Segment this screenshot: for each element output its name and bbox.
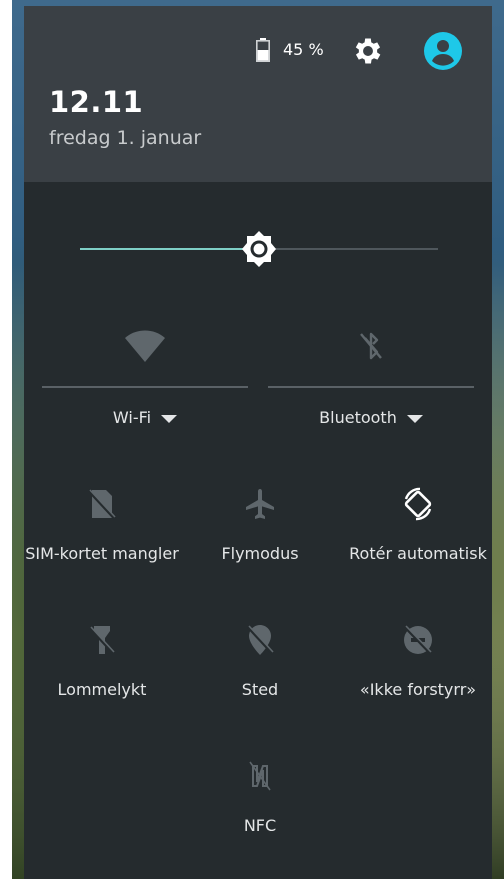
battery-percentage: 45 % [283,40,324,59]
do-not-disturb-off-icon [403,625,433,656]
gear-icon[interactable] [351,34,385,68]
chevron-down-icon [161,414,178,423]
tile-nfc-label: NFC [243,816,277,835]
bluetooth-divider [268,386,474,388]
tile-sim[interactable]: SIM-kortet mangler [24,486,180,576]
slider-fill [80,248,259,250]
sim-missing-icon [87,489,117,521]
bluetooth-off-icon [360,332,382,360]
clock[interactable]: 12.11 [49,85,143,119]
bluetooth-dropdown[interactable]: Bluetooth [268,408,474,427]
wifi-label: Wi-Fi [112,408,152,427]
tile-location[interactable]: Sted [182,622,338,712]
shade-header: 45 % 12.11 fredag 1. januar [24,6,492,182]
wifi-tile[interactable]: Wi-Fi [42,324,248,434]
wifi-dropdown[interactable]: Wi-Fi [42,408,248,427]
tile-airplane[interactable]: Flymodus [182,486,338,576]
brightness-slider[interactable] [80,230,438,268]
chevron-down-icon [406,414,423,423]
wifi-divider [42,386,248,388]
bluetooth-tile[interactable]: Bluetooth [268,324,474,434]
user-avatar-icon[interactable] [422,30,464,72]
tile-do-not-disturb[interactable]: «Ikke forstyrr» [340,622,496,712]
tile-auto-rotate-label: Rotér automatisk [349,544,487,563]
date[interactable]: fredag 1. januar [49,127,201,149]
nfc-icon [249,761,271,791]
tile-do-not-disturb-label: «Ikke forstyrr» [359,680,477,699]
bluetooth-label: Bluetooth [319,408,397,427]
flashlight-off-icon [88,626,116,656]
wifi-icon [125,330,165,362]
tile-flashlight[interactable]: Lommelykt [24,622,180,712]
battery-icon [256,38,270,62]
tile-auto-rotate[interactable]: Rotér automatisk [340,486,496,576]
airplane-icon [246,489,274,519]
auto-rotate-icon [404,487,432,521]
notification-shade: 45 % 12.11 fredag 1. januar Wi-Fi Blueto… [24,6,492,879]
tile-nfc[interactable]: NFC [182,758,338,848]
brightness-thumb-icon[interactable] [240,230,278,268]
location-off-icon [246,625,275,656]
